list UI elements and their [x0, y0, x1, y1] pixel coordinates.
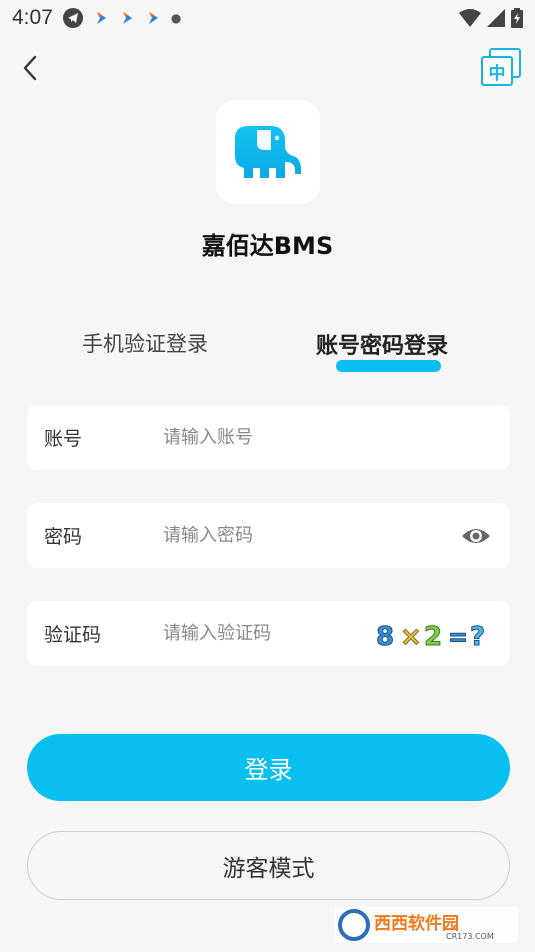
tab-phone-login[interactable]: 手机验证登录 — [82, 328, 208, 358]
status-bar: 4:07 ● — [0, 0, 535, 36]
tab-account-login[interactable]: 账号密码登录 — [316, 328, 448, 360]
language-label: 中 — [488, 63, 506, 84]
account-input[interactable] — [163, 417, 383, 458]
app-notification-icon — [96, 12, 106, 24]
app-name: 嘉佰达BMS — [201, 232, 334, 260]
status-time: 4:07 — [12, 6, 53, 29]
captcha-picture: 8 × 2 = ? — [376, 621, 486, 652]
password-label: 密码 — [44, 526, 83, 548]
notification-icons: ● — [62, 8, 182, 28]
guest-mode-button[interactable]: 游客模式 — [27, 831, 510, 900]
elephant-icon — [235, 126, 301, 178]
signal-icon — [487, 9, 505, 27]
svg-text:=: = — [448, 623, 468, 651]
captcha-image[interactable]: 8 × 2 = ? — [374, 615, 494, 653]
watermark-text: 西西软件园 — [374, 913, 459, 934]
chevron-left-icon — [23, 55, 37, 81]
captcha-label: 验证码 — [44, 624, 102, 646]
login-button[interactable]: 登录 — [27, 734, 510, 801]
account-field: 账号 — [27, 405, 510, 470]
watermark: 西西软件园 CR173.COM — [334, 905, 518, 945]
svg-text:?: ? — [470, 622, 485, 652]
language-switch-button[interactable]: 中 — [481, 48, 521, 86]
watermark-logo: 西西软件园 CR173.COM — [334, 907, 518, 943]
telegram-icon — [62, 8, 83, 28]
battery-icon — [511, 8, 523, 28]
svg-text:8: 8 — [376, 622, 394, 652]
eye-icon[interactable] — [460, 524, 492, 548]
app-notification-icon — [148, 12, 158, 24]
active-tab-indicator — [336, 360, 441, 372]
watermark-subtext: CR173.COM — [446, 932, 494, 941]
password-field: 密码 — [27, 503, 510, 568]
app-logo — [216, 100, 320, 204]
captcha-input[interactable] — [163, 613, 383, 654]
password-input[interactable] — [163, 515, 383, 556]
language-icon: 中 — [481, 56, 513, 86]
back-button[interactable] — [14, 52, 46, 84]
wifi-icon — [459, 9, 481, 27]
account-label: 账号 — [44, 428, 83, 450]
svg-text:×: × — [400, 622, 422, 652]
svg-text:2: 2 — [424, 622, 442, 652]
captcha-field: 验证码 8 × 2 = ? — [27, 601, 510, 666]
app-notification-icon — [122, 12, 132, 24]
system-icons — [459, 8, 523, 28]
more-dot-icon: ● — [170, 11, 182, 25]
